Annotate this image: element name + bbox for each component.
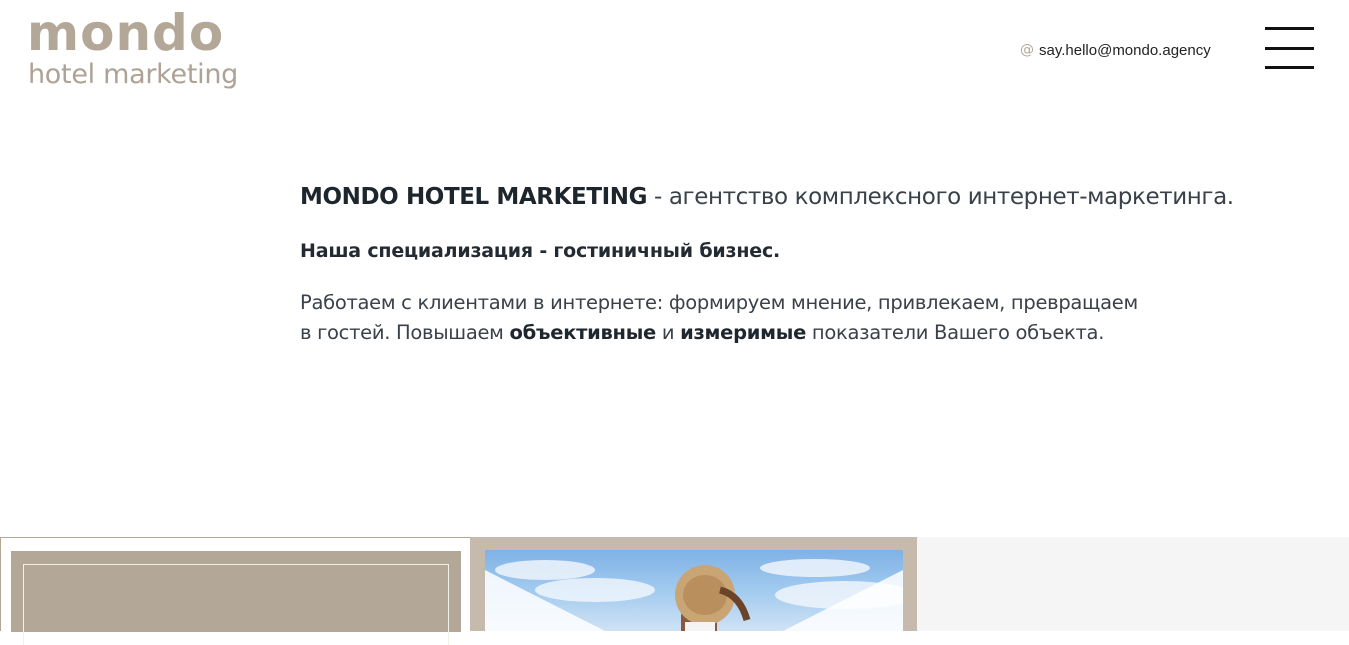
feature-card-frame <box>23 564 449 645</box>
email-contact: @ say.hello@mondo.agency <box>1020 40 1211 60</box>
logo[interactable]: mondo hotel marketing <box>27 4 238 94</box>
menu-line <box>1265 27 1314 30</box>
about-part: показатели Вашего объекта. <box>806 321 1105 344</box>
about-text: Работаем с клиентами в интернете: формир… <box>300 288 1140 348</box>
logo-subtitle: hotel marketing <box>28 59 238 90</box>
intro-headline: MONDO HOTEL MARKETING - агентство компле… <box>300 180 1260 214</box>
brand-name: MONDO HOTEL MARKETING <box>300 184 648 210</box>
specialization-text: Наша специализация - гостиничный бизнес. <box>300 240 781 262</box>
logo-wordmark: mondo <box>27 4 225 62</box>
photo-woman-in-hat <box>485 550 903 631</box>
about-bold-objective: объективные <box>509 321 657 344</box>
about-bold-measurable: измеримые <box>680 321 807 344</box>
menu-line <box>1265 66 1314 69</box>
menu-line <box>1265 47 1314 50</box>
photo-image <box>485 559 903 631</box>
at-icon: @ <box>1020 42 1034 58</box>
feature-card-background <box>11 551 461 645</box>
tagline: - агентство комплексного интернет-маркет… <box>647 184 1234 210</box>
feature-card-right[interactable] <box>917 537 1349 631</box>
feature-card-photo[interactable] <box>470 537 917 631</box>
intro-section: MONDO HOTEL MARKETING - агентство компле… <box>300 180 1260 348</box>
email-link[interactable]: say.hello@mondo.agency <box>1039 42 1211 59</box>
feature-card-left[interactable] <box>0 537 470 645</box>
hamburger-menu-icon[interactable] <box>1265 27 1315 71</box>
about-part: и <box>655 321 681 344</box>
